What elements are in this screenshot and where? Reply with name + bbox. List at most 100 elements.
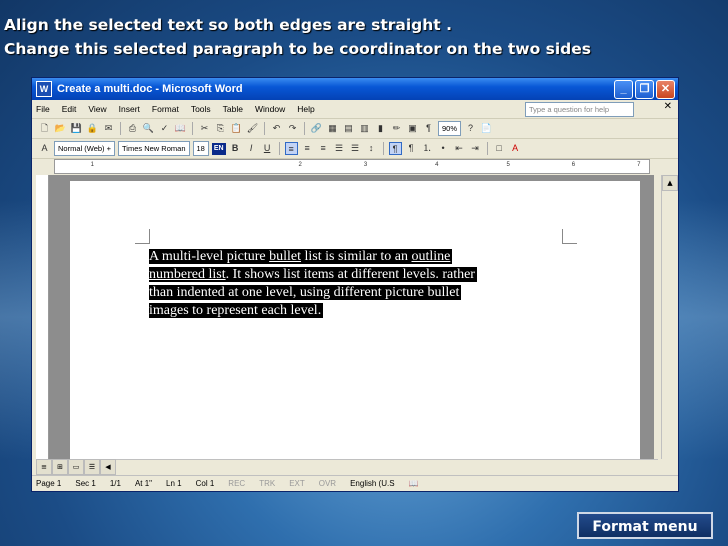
menu-help[interactable]: Help: [297, 104, 314, 114]
status-pages: 1/1: [109, 478, 121, 488]
menu-format[interactable]: Format: [152, 104, 179, 114]
print-icon[interactable]: ⎙: [126, 122, 139, 135]
normal-view-icon[interactable]: ≡: [36, 459, 52, 475]
rtl-icon[interactable]: ¶: [405, 142, 418, 155]
email-icon[interactable]: ✉: [102, 122, 115, 135]
vertical-scrollbar[interactable]: ▲: [661, 175, 678, 459]
border-icon[interactable]: □: [493, 142, 506, 155]
drawing-icon[interactable]: ✏: [390, 122, 403, 135]
scroll-up-icon[interactable]: ▲: [662, 175, 678, 191]
insert-table-icon[interactable]: ▤: [342, 122, 355, 135]
line-spacing-icon[interactable]: ↕: [365, 142, 378, 155]
status-ovr[interactable]: OVR: [319, 479, 336, 488]
redo-icon[interactable]: ↷: [286, 122, 299, 135]
save-icon[interactable]: 💾: [70, 122, 83, 135]
web-view-icon[interactable]: ⊞: [52, 459, 68, 475]
format-painter-icon[interactable]: 🖌: [246, 122, 259, 135]
status-sec: Sec 1: [75, 478, 96, 488]
ltr-icon[interactable]: ¶: [388, 142, 402, 155]
formatting-toolbar: A Normal (Web) + Times New Roman 18 EN B…: [32, 139, 678, 159]
document-map-icon[interactable]: ▣: [406, 122, 419, 135]
print-preview-icon[interactable]: 🔍: [142, 122, 155, 135]
permission-icon[interactable]: 🔒: [86, 122, 99, 135]
distributed-icon[interactable]: ☰: [349, 142, 362, 155]
help-search-input[interactable]: Type a question for help: [525, 102, 634, 117]
columns-icon[interactable]: ▮: [374, 122, 387, 135]
format-menu-button[interactable]: Format menu: [577, 512, 713, 539]
align-center-icon[interactable]: ≡: [301, 142, 314, 155]
ruler-mark: 5: [506, 162, 510, 168]
minimize-button[interactable]: _: [614, 80, 633, 99]
font-color-icon[interactable]: A: [509, 142, 522, 155]
word-window: W Create a multi.doc - Microsoft Word _ …: [31, 77, 679, 492]
document-area[interactable]: A multi-level picture bullet list is sim…: [36, 175, 654, 459]
horizontal-ruler[interactable]: 1 2 3 4 5 6 7: [54, 159, 650, 174]
paragraph-line: than indented at one level, using differ…: [149, 285, 462, 300]
menu-insert[interactable]: Insert: [119, 104, 140, 114]
window-title: Create a multi.doc - Microsoft Word: [57, 83, 243, 95]
numbering-icon[interactable]: ⒈: [421, 142, 434, 155]
status-trk[interactable]: TRK: [259, 479, 275, 488]
undo-icon[interactable]: ↶: [270, 122, 283, 135]
menu-edit[interactable]: Edit: [62, 104, 77, 114]
paragraph-line: A multi-level picture bullet list is sim…: [149, 249, 453, 264]
research-icon[interactable]: 📖: [174, 122, 187, 135]
bullets-icon[interactable]: •: [437, 142, 450, 155]
increase-indent-icon[interactable]: ⇥: [469, 142, 482, 155]
underline-button[interactable]: U: [261, 142, 274, 155]
justify-icon[interactable]: ☰: [333, 142, 346, 155]
bold-button[interactable]: B: [229, 142, 242, 155]
align-left-icon[interactable]: ≡: [284, 142, 298, 155]
close-button[interactable]: ✕: [656, 80, 675, 99]
language-button[interactable]: EN: [211, 142, 226, 155]
status-col: Col 1: [195, 478, 215, 488]
ruler-mark: 7: [637, 162, 641, 168]
tables-borders-icon[interactable]: ▦: [326, 122, 339, 135]
print-view-icon[interactable]: ▭: [68, 459, 84, 475]
zoom-select[interactable]: 90%: [438, 121, 462, 136]
selected-paragraph[interactable]: A multi-level picture bullet list is sim…: [149, 248, 559, 320]
spelling-status-icon[interactable]: 📖: [409, 479, 419, 488]
paragraph-line: numbered list. It shows list items at di…: [149, 267, 477, 282]
doc-close-icon[interactable]: ✕: [664, 101, 672, 112]
status-rec[interactable]: REC: [228, 479, 245, 488]
ruler-mark: 3: [363, 162, 368, 168]
copy-icon[interactable]: ⎘: [214, 122, 227, 135]
font-size-select[interactable]: 18: [192, 141, 209, 156]
menu-file[interactable]: File: [36, 104, 50, 114]
menu-view[interactable]: View: [88, 104, 106, 114]
read-icon[interactable]: 📄: [480, 122, 493, 135]
hyperlink-icon[interactable]: 🔗: [310, 122, 323, 135]
style-select[interactable]: Normal (Web) +: [54, 141, 115, 156]
open-icon[interactable]: 📂: [54, 122, 67, 135]
word-app-icon: W: [36, 81, 52, 97]
status-bar: Page 1 Sec 1 1/1 At 1" Ln 1 Col 1 REC TR…: [32, 475, 678, 490]
insert-excel-icon[interactable]: ▥: [358, 122, 371, 135]
spelling-icon[interactable]: ✓: [158, 122, 171, 135]
decrease-indent-icon[interactable]: ⇤: [453, 142, 466, 155]
italic-button[interactable]: I: [245, 142, 258, 155]
menu-table[interactable]: Table: [223, 104, 243, 114]
outline-view-icon[interactable]: ☰: [84, 459, 100, 475]
help-icon[interactable]: ?: [464, 122, 477, 135]
status-ln: Ln 1: [166, 478, 182, 488]
ruler-mark: 2: [298, 162, 302, 168]
styles-icon[interactable]: A: [38, 142, 51, 155]
horizontal-scrollbar[interactable]: ≡ ⊞ ▭ ☰ ◀: [36, 459, 658, 475]
scroll-left-icon[interactable]: ◀: [100, 459, 116, 475]
new-doc-icon[interactable]: 🗋: [38, 122, 51, 135]
vertical-ruler[interactable]: [36, 175, 49, 459]
maximize-button[interactable]: ❐: [635, 80, 654, 99]
ruler-mark: 1: [90, 162, 94, 168]
menu-tools[interactable]: Tools: [191, 104, 211, 114]
status-ext[interactable]: EXT: [289, 479, 305, 488]
document-page[interactable]: A multi-level picture bullet list is sim…: [70, 181, 640, 459]
menu-window[interactable]: Window: [255, 104, 285, 114]
font-select[interactable]: Times New Roman: [118, 141, 190, 156]
show-hide-icon[interactable]: ¶: [422, 122, 435, 135]
paste-icon[interactable]: 📋: [230, 122, 243, 135]
align-right-icon[interactable]: ≡: [317, 142, 330, 155]
cut-icon[interactable]: ✂: [198, 122, 211, 135]
window-titlebar[interactable]: W Create a multi.doc - Microsoft Word _ …: [32, 78, 678, 100]
status-at: At 1": [134, 478, 153, 488]
